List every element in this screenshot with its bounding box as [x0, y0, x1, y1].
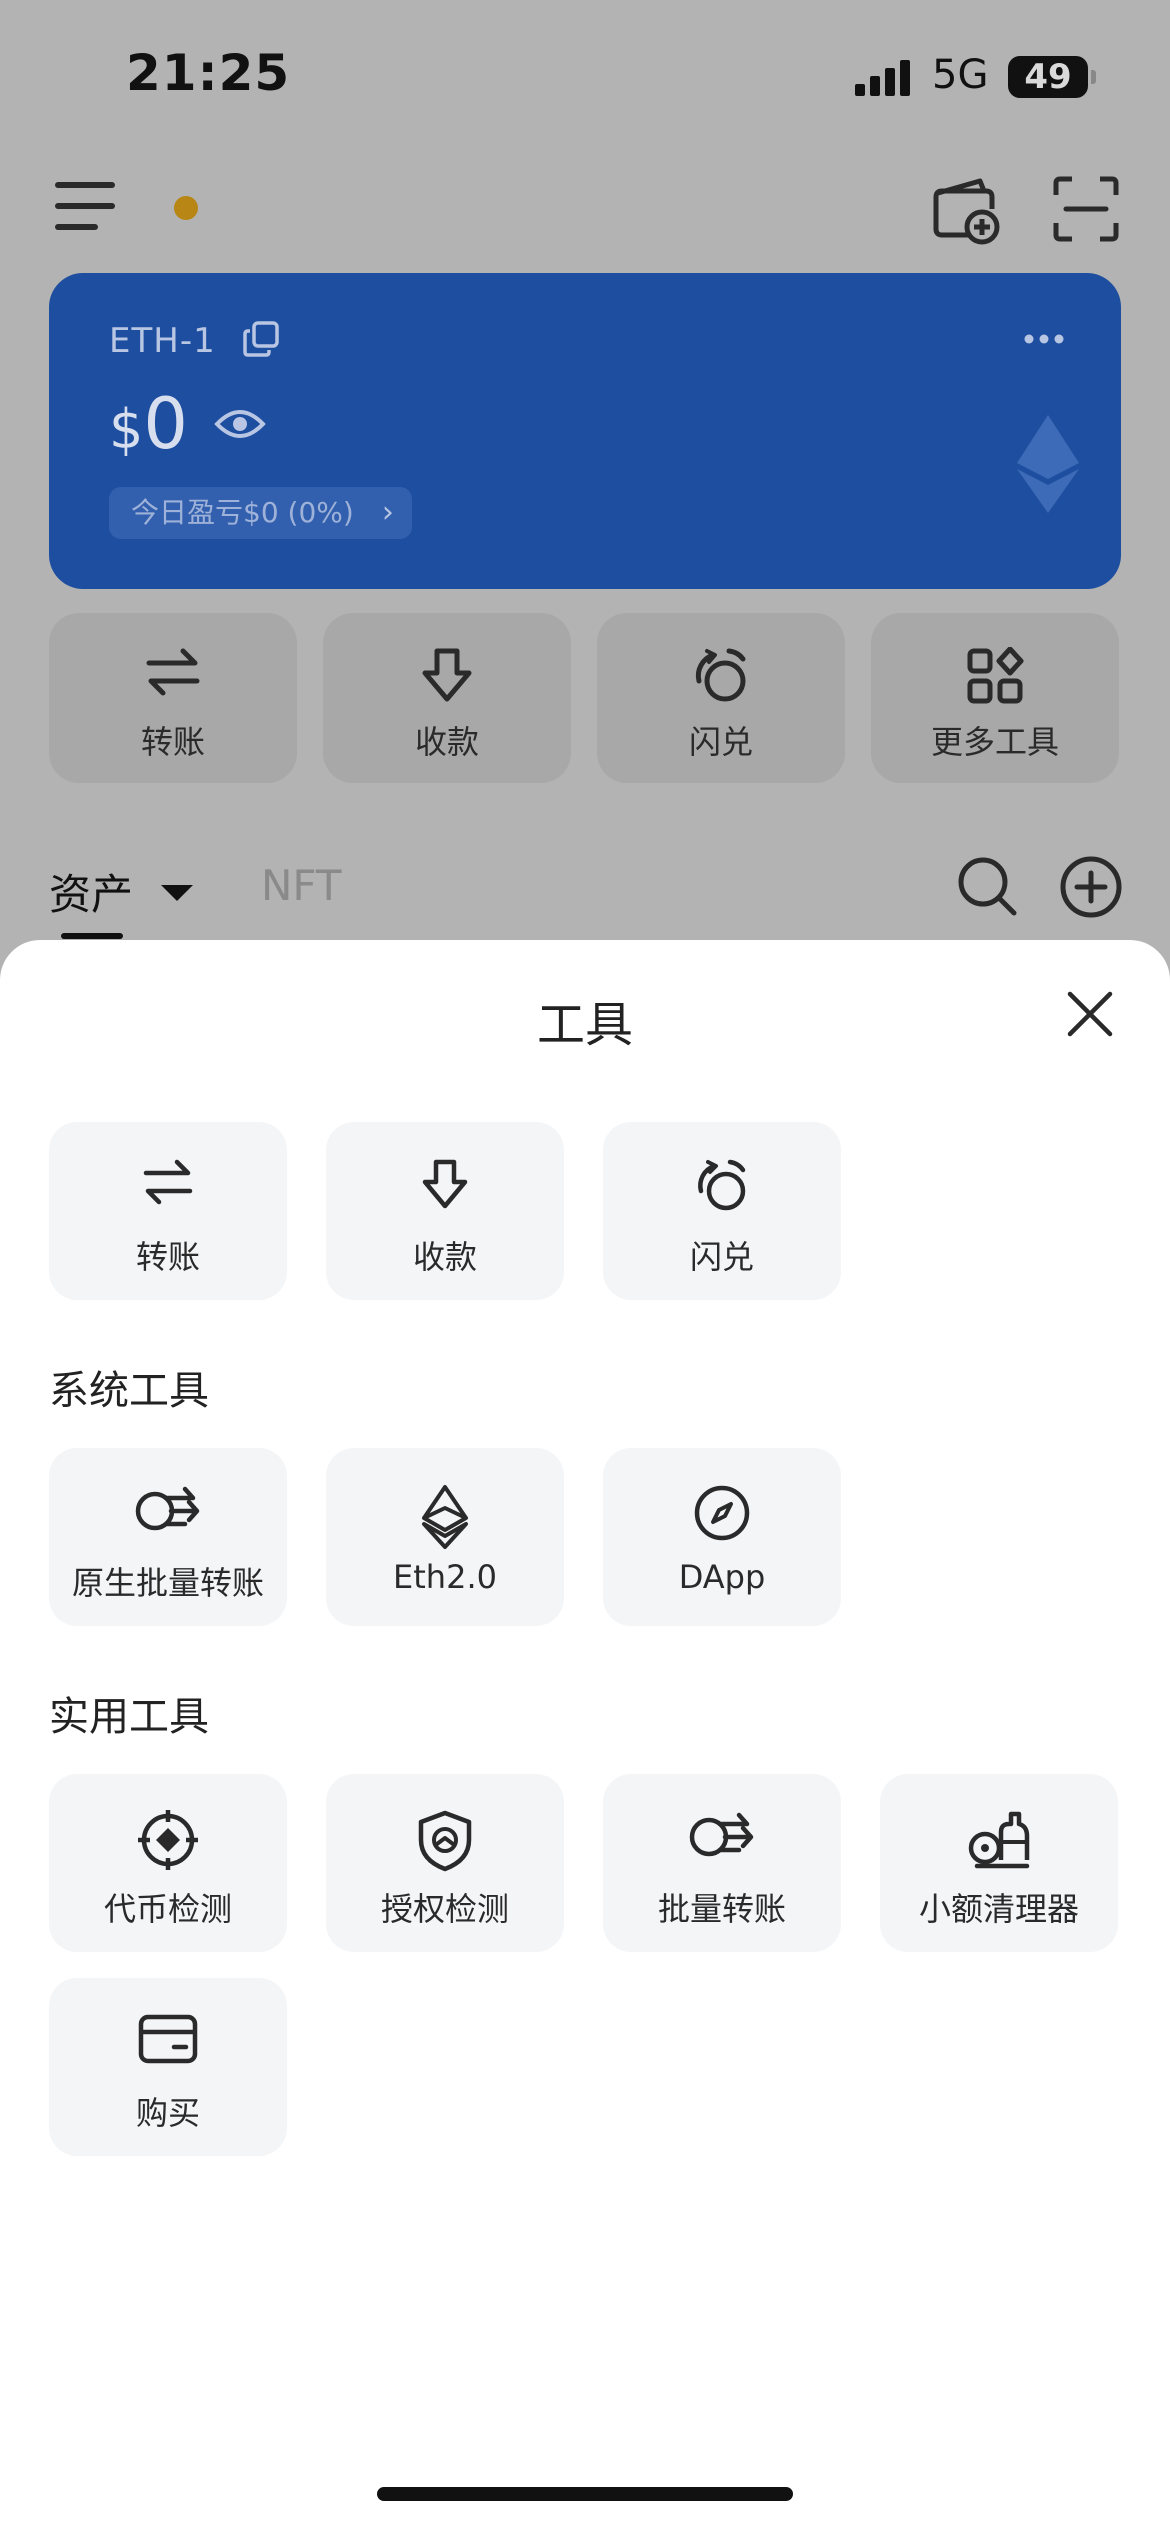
quick-transfer-button[interactable]: 转账	[49, 613, 297, 783]
daily-pnl[interactable]: 今日盈亏$0 (0%) ›	[109, 487, 412, 539]
batch-transfer-icon	[689, 1810, 755, 1860]
quick-receive-button[interactable]: 收款	[323, 613, 571, 783]
signal-icon	[855, 58, 917, 96]
receive-icon	[419, 1158, 471, 1210]
wallet-card[interactable]: ETH-1 $0 今日盈亏$0 (0%) ›	[49, 273, 1121, 589]
search-icon[interactable]	[956, 855, 1018, 917]
tool-label: 转账	[135, 1238, 200, 1276]
tab-nft[interactable]: NFT	[261, 861, 342, 910]
status-time: 21:25	[126, 44, 291, 102]
tools-sheet: 工具 转账 收款 闪兑 系统工具 原生批量转账 Eth2.0 DApp 实用工具…	[0, 940, 1170, 2532]
tool-token-check[interactable]: 代币检测	[49, 1774, 287, 1952]
daily-pnl-text: 今日盈亏$0 (0%)	[131, 496, 354, 529]
add-token-icon[interactable]	[1059, 855, 1123, 919]
eye-icon[interactable]	[214, 406, 266, 442]
tool-batch-transfer[interactable]: 批量转账	[603, 1774, 841, 1952]
tool-label: 收款	[412, 1238, 477, 1276]
tool-label: 购买	[135, 2094, 200, 2132]
wallet-balance: $0	[109, 383, 188, 465]
tool-dapp[interactable]: DApp	[603, 1448, 841, 1626]
more-options-icon[interactable]	[1024, 333, 1064, 345]
tab-assets[interactable]: 资产	[49, 861, 133, 922]
tool-eth2[interactable]: Eth2.0	[326, 1448, 564, 1626]
receive-icon	[419, 647, 475, 703]
sheet-title: 工具	[536, 997, 633, 1053]
tab-indicator	[61, 933, 123, 939]
quick-more-tools-button[interactable]: 更多工具	[871, 613, 1119, 783]
more-tools-icon	[966, 647, 1024, 705]
swap-icon	[691, 647, 751, 705]
status-dot	[174, 196, 198, 220]
shield-check-icon	[417, 1810, 473, 1872]
section-title-utility-tools: 实用工具	[49, 1694, 209, 1740]
scan-icon[interactable]	[1052, 175, 1120, 243]
transfer-icon	[142, 1158, 194, 1206]
ethereum-logo-icon	[1017, 415, 1079, 513]
tool-label: 批量转账	[657, 1890, 786, 1928]
menu-icon[interactable]	[55, 180, 115, 232]
tool-receive[interactable]: 收款	[326, 1122, 564, 1300]
quick-actions: 转账 收款 闪兑 更多工具	[49, 613, 1121, 783]
battery-tip	[1091, 70, 1096, 84]
wallet-name: ETH-1	[109, 321, 216, 361]
transfer-icon	[145, 647, 201, 697]
tool-label: 原生批量转账	[71, 1564, 264, 1602]
tool-approval-check[interactable]: 授权检测	[326, 1774, 564, 1952]
tool-buy[interactable]: 购买	[49, 1978, 287, 2156]
tool-swap[interactable]: 闪兑	[603, 1122, 841, 1300]
add-wallet-icon[interactable]	[930, 175, 1002, 245]
cleaner-icon	[967, 1810, 1031, 1870]
tool-native-batch-transfer[interactable]: 原生批量转账	[49, 1448, 287, 1626]
tool-label: DApp	[678, 1558, 766, 1596]
network-type: 5G	[932, 52, 989, 98]
quick-receive-label: 收款	[414, 723, 479, 761]
home-indicator[interactable]	[377, 2487, 793, 2501]
swap-icon	[693, 1158, 751, 1214]
asset-tabs: 资产 NFT	[49, 855, 1123, 939]
quick-swap-button[interactable]: 闪兑	[597, 613, 845, 783]
caret-down-icon[interactable]	[161, 885, 193, 901]
ethereum-icon	[421, 1484, 469, 1550]
tool-label: Eth2.0	[393, 1558, 497, 1596]
tool-label: 授权检测	[380, 1890, 509, 1928]
quick-swap-label: 闪兑	[688, 723, 753, 761]
close-icon[interactable]	[1066, 990, 1114, 1038]
copy-icon[interactable]	[242, 320, 280, 358]
balance-value: 0	[143, 383, 188, 465]
chevron-right-icon: ›	[381, 495, 394, 530]
quick-more-tools-label: 更多工具	[930, 723, 1059, 761]
battery-level: 49	[1008, 56, 1088, 98]
token-check-icon	[138, 1810, 198, 1870]
quick-transfer-label: 转账	[140, 723, 205, 761]
card-icon	[138, 2014, 198, 2064]
tool-dust-cleaner[interactable]: 小额清理器	[880, 1774, 1118, 1952]
tool-transfer[interactable]: 转账	[49, 1122, 287, 1300]
currency-symbol: $	[109, 398, 144, 461]
section-title-system-tools: 系统工具	[49, 1368, 209, 1414]
tool-label: 小额清理器	[918, 1890, 1079, 1928]
tool-label: 代币检测	[103, 1890, 232, 1928]
status-bar: 21:25 5G 49	[0, 0, 1170, 150]
tool-label: 闪兑	[689, 1238, 754, 1276]
compass-icon	[693, 1484, 751, 1542]
batch-transfer-icon	[135, 1484, 201, 1534]
